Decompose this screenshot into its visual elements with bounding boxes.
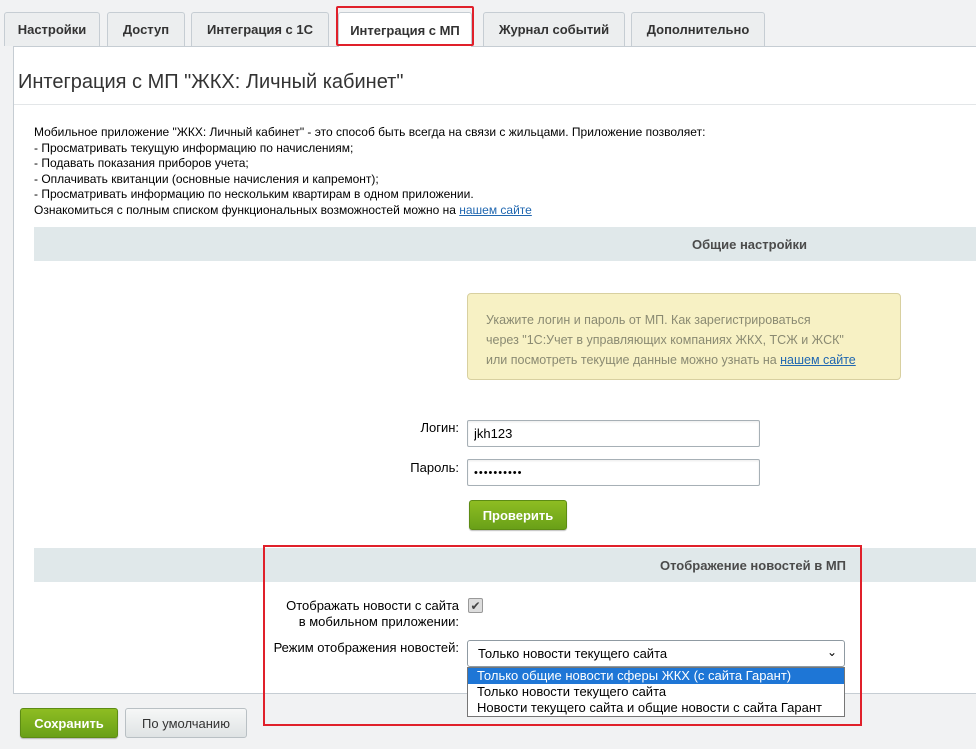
our-site-link[interactable]: нашем сайте: [459, 203, 532, 217]
tab-bar: Настройки Доступ Интеграция с 1С Интегра…: [0, 12, 976, 47]
show-news-label-line1: Отображать новости с сайта: [286, 598, 459, 613]
tab-settings[interactable]: Настройки: [4, 12, 100, 46]
login-hint-box: Укажите логин и пароль от МП. Как зареги…: [467, 293, 901, 380]
tab-additional[interactable]: Дополнительно: [631, 12, 765, 46]
login-label: Логин:: [420, 420, 459, 435]
intro-line: - Просматривать информацию по нескольким…: [34, 187, 474, 201]
intro-line: - Подавать показания приборов учета;: [34, 156, 249, 170]
password-label: Пароль:: [410, 460, 459, 475]
show-news-label-line2: в мобильном приложении:: [298, 614, 459, 629]
news-mode-option[interactable]: Только новости текущего сайта: [468, 684, 844, 700]
tab-integration-1c[interactable]: Интеграция с 1С: [191, 12, 329, 46]
chevron-down-icon: ⌄: [826, 645, 837, 659]
news-mode-option[interactable]: Только общие новости сферы ЖКХ (с сайта …: [468, 668, 844, 684]
section-heading-news: Отображение новостей в МП: [34, 548, 976, 582]
intro-text: Мобильное приложение "ЖКХ: Личный кабине…: [34, 125, 934, 218]
title-divider: [14, 104, 976, 105]
hint-line: Укажите логин и пароль от МП. Как зареги…: [486, 313, 811, 327]
tab-access[interactable]: Доступ: [107, 12, 185, 46]
news-mode-selected-value: Только новости текущего сайта: [478, 646, 668, 661]
news-mode-select[interactable]: Только новости текущего сайта ⌄: [467, 640, 845, 667]
news-mode-option[interactable]: Новости текущего сайта и общие новости с…: [468, 700, 844, 716]
page-title: Интеграция с МП "ЖКХ: Личный кабинет": [18, 71, 404, 93]
news-mode-label: Режим отображения новостей:: [273, 640, 459, 655]
hint-line: через "1С:Учет в управляющих компаниях Ж…: [486, 333, 844, 347]
section-heading-general: Общие настройки: [34, 227, 976, 261]
save-button[interactable]: Сохранить: [20, 708, 118, 738]
tab-event-log[interactable]: Журнал событий: [483, 12, 625, 46]
intro-line-last: Ознакомиться с полным списком функционал…: [34, 203, 934, 219]
check-button[interactable]: Проверить: [469, 500, 567, 530]
password-field[interactable]: ••••••••••: [467, 459, 760, 486]
intro-line: - Просматривать текущую информацию по на…: [34, 140, 354, 155]
default-button[interactable]: По умолчанию: [125, 708, 247, 738]
checkmark-icon: ✔: [470, 598, 481, 613]
intro-line: - Оплачивать квитанции (основные начисле…: [34, 171, 379, 186]
intro-link-prefix: Ознакомиться с полным списком функционал…: [34, 202, 460, 217]
intro-line: Мобильное приложение "ЖКХ: Личный кабине…: [34, 125, 706, 139]
news-mode-dropdown-list: Только общие новости сферы ЖКХ (с сайта …: [467, 667, 845, 717]
show-news-checkbox[interactable]: ✔: [468, 598, 483, 613]
tab-integration-mp[interactable]: Интеграция с МП: [338, 12, 472, 47]
login-field[interactable]: [467, 420, 760, 447]
hint-link-prefix: или посмотреть текущие данные можно узна…: [486, 353, 781, 367]
show-news-label: Отображать новости с сайта в мобильном п…: [214, 598, 459, 630]
hint-line-last: или посмотреть текущие данные можно узна…: [486, 350, 882, 370]
hint-our-site-link[interactable]: нашем сайте: [780, 353, 856, 367]
tab-content-panel: Интеграция с МП "ЖКХ: Личный кабинет" Мо…: [13, 46, 976, 717]
